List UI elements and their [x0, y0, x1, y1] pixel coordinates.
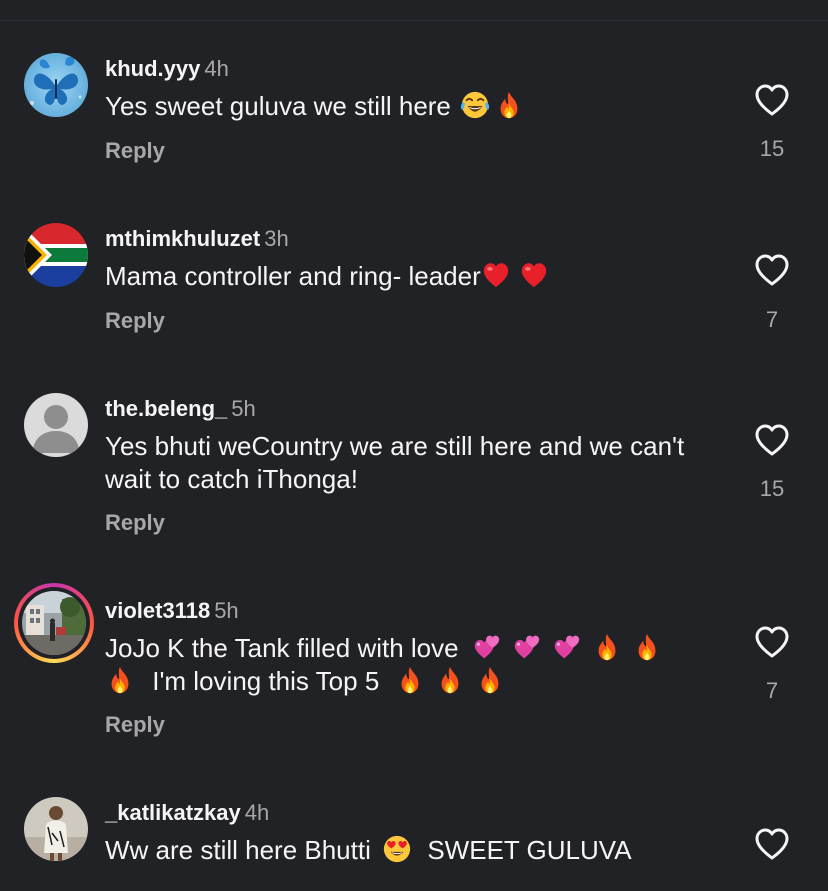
heart-eyes-emoji	[382, 834, 412, 864]
comment-text: JoJo K the Tank filled with love I'm lov…	[105, 632, 725, 698]
timestamp: 3h	[264, 226, 289, 251]
fire-emoji	[494, 90, 524, 120]
fire-emoji	[395, 665, 425, 695]
like-count[interactable]: 15	[740, 476, 804, 502]
top-divider	[0, 20, 828, 21]
heart-icon[interactable]	[754, 625, 790, 659]
reply-button[interactable]: Reply	[105, 510, 165, 536]
like-count[interactable]: 7	[740, 307, 804, 333]
reply-button[interactable]: Reply	[105, 308, 165, 334]
timestamp: 4h	[204, 56, 229, 81]
street-photo-avatar-image	[22, 591, 86, 655]
heart-icon[interactable]	[754, 253, 790, 287]
joy-emoji	[460, 90, 490, 120]
avatar[interactable]	[24, 223, 88, 287]
two-hearts-emoji	[472, 632, 502, 662]
timestamp: 5h	[214, 598, 239, 623]
avatar[interactable]	[24, 393, 88, 457]
fire-emoji	[592, 632, 622, 662]
avatar[interactable]	[24, 797, 88, 861]
red-heart-emoji	[519, 260, 549, 290]
fire-emoji	[632, 632, 662, 662]
comment-header: violet3118 5h	[105, 597, 239, 625]
comment-text-part: SWEET GULUVA	[427, 835, 632, 865]
south-africa-flag-avatar-image	[24, 223, 88, 287]
heart-icon[interactable]	[754, 83, 790, 117]
comment-header: mthimkhuluzet 3h	[105, 225, 289, 253]
username[interactable]: khud.yyy	[105, 56, 200, 81]
comment-text-part: JoJo K the Tank filled with love	[105, 633, 459, 663]
like-count[interactable]: 7	[740, 678, 804, 704]
heart-icon[interactable]	[754, 827, 790, 861]
comment-text-part: Mama controller and ring- leader	[105, 261, 481, 291]
reply-button[interactable]: Reply	[105, 712, 165, 738]
timestamp: 4h	[244, 800, 270, 825]
timestamp: 5h	[231, 396, 256, 421]
comment-text-part: Ww are still here Bhutti	[105, 835, 371, 865]
comment-text-part: I'm loving this Top 5	[152, 666, 380, 696]
comment-text: Mama controller and ring- leader	[105, 260, 725, 293]
comment-text: Yes bhuti weCountry we are still here an…	[105, 430, 705, 496]
comment-header: _katlikatzkay 4h	[105, 799, 269, 827]
comment-text: Ww are still here Bhutti SWEET GULUVA	[105, 834, 725, 867]
reply-button[interactable]: Reply	[105, 138, 165, 164]
fire-emoji	[435, 665, 465, 695]
avatar[interactable]	[24, 53, 88, 117]
story-ring-gap	[18, 587, 90, 659]
two-hearts-emoji	[512, 632, 542, 662]
username[interactable]: mthimkhuluzet	[105, 226, 260, 251]
two-hearts-emoji	[552, 632, 582, 662]
comment-text-part: Yes sweet guluva we still here	[105, 91, 451, 121]
butterfly-avatar-image	[24, 53, 88, 117]
username[interactable]: _katlikatzkay	[105, 800, 241, 825]
avatar	[22, 591, 86, 655]
comment-text: Yes sweet guluva we still here	[105, 90, 725, 123]
username[interactable]: the.beleng_	[105, 396, 227, 421]
avatar-with-story-ring[interactable]	[14, 583, 94, 663]
comment-text-part: Yes bhuti weCountry we are still here an…	[105, 431, 685, 494]
fire-emoji	[475, 665, 505, 695]
username[interactable]: violet3118	[105, 598, 210, 623]
comment-header: khud.yyy 4h	[105, 55, 229, 83]
like-count[interactable]: 15	[740, 136, 804, 162]
person-photo-avatar-image	[24, 797, 88, 861]
comment-header: the.beleng_ 5h	[105, 395, 256, 423]
heart-icon[interactable]	[754, 423, 790, 457]
default-user-avatar-icon	[24, 393, 88, 457]
fire-emoji	[105, 665, 135, 695]
red-heart-emoji	[481, 260, 511, 290]
